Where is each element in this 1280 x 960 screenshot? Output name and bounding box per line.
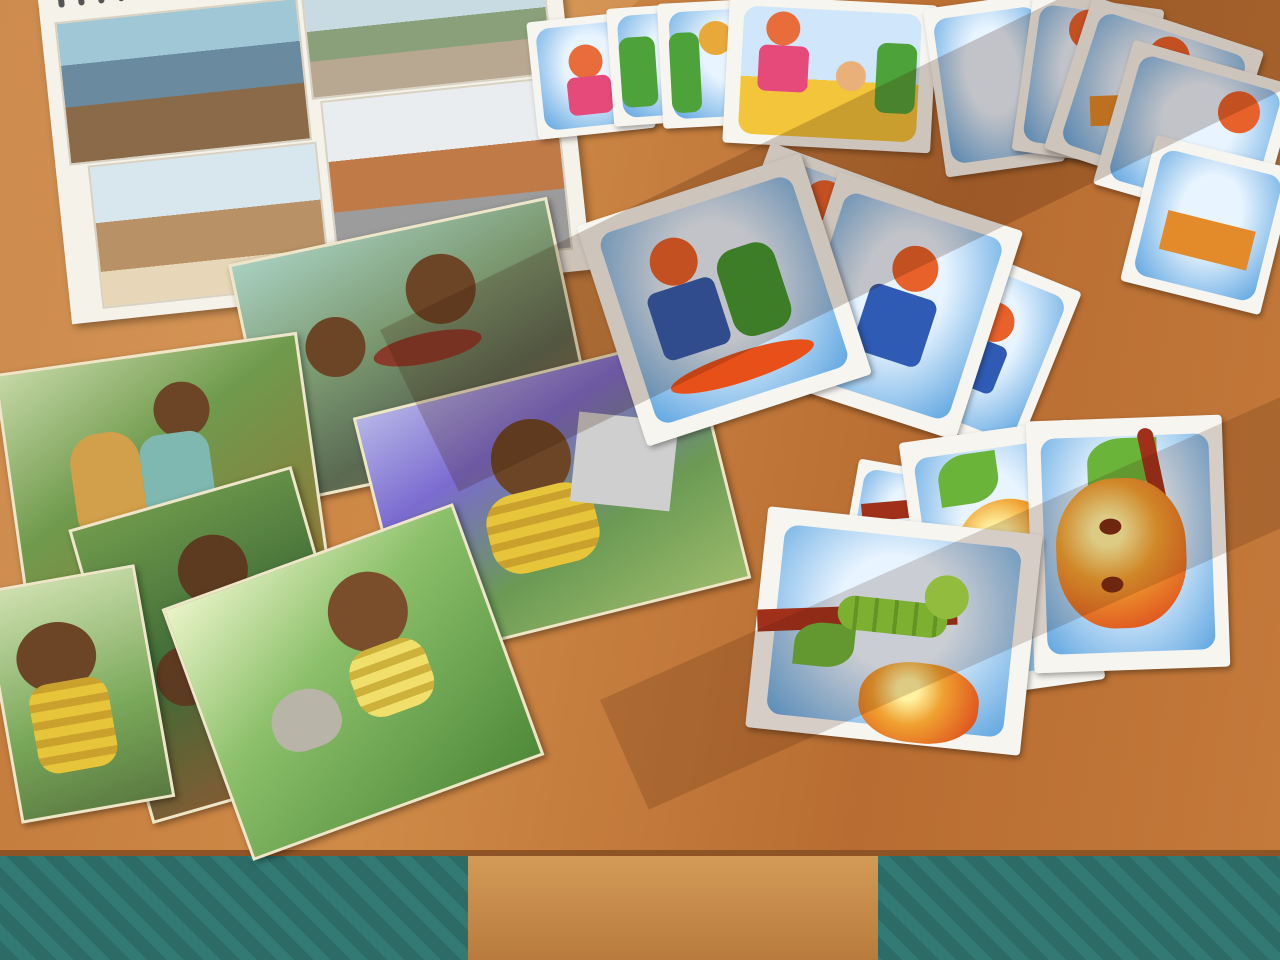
spiral-binding-icon	[77, 0, 85, 6]
hedgehog-illustration-icon	[262, 679, 350, 760]
spiral-binding-icon	[97, 0, 105, 4]
girl-dress	[566, 74, 614, 117]
chair-seat	[468, 850, 878, 960]
bush	[618, 35, 659, 109]
bear-illustration-icon	[399, 247, 483, 331]
girl-card-4	[722, 0, 938, 154]
bush	[874, 42, 918, 115]
photo-scene	[0, 0, 1280, 960]
caterpillar-card	[745, 506, 1043, 756]
bush	[668, 31, 703, 114]
bear-shirt	[26, 674, 121, 777]
book-panel-harbor	[54, 0, 313, 166]
spiral-binding-icon	[57, 0, 65, 8]
apple-card-3	[1025, 414, 1231, 674]
card-art	[596, 173, 852, 427]
berry-basket	[370, 321, 485, 374]
bear-illustration-icon	[299, 311, 372, 383]
girl-dress	[757, 44, 810, 93]
spiral-binding-icon	[117, 0, 125, 2]
apple-illustration-icon	[1053, 476, 1189, 631]
